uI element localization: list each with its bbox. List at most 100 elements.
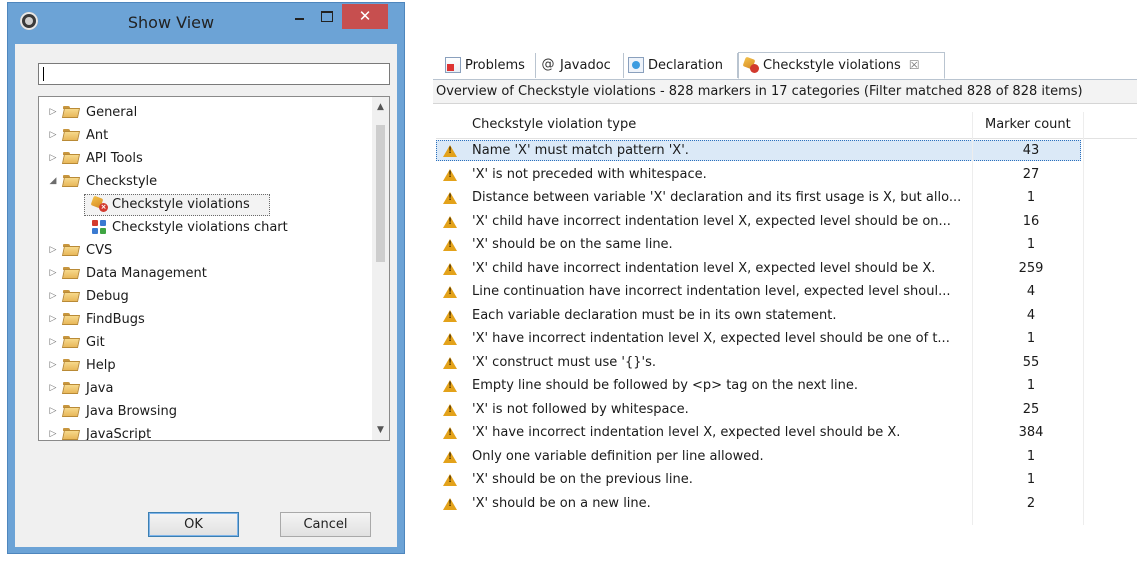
violation-type: 'X' should be on the same line. xyxy=(472,237,673,252)
warning-icon xyxy=(443,380,457,392)
tree-node[interactable]: ▷ Java Browsing xyxy=(39,400,369,423)
violation-type: Line continuation have incorrect indenta… xyxy=(472,284,951,299)
marker-count: 1 xyxy=(1026,448,1036,464)
tree-node-label: API Tools xyxy=(86,151,143,166)
tree-node[interactable]: ▷ JavaScript xyxy=(39,423,369,441)
warning-icon xyxy=(443,450,457,463)
tree-node[interactable]: ▷ Git xyxy=(39,331,369,354)
expand-arrow-icon[interactable]: ▷ xyxy=(48,331,58,354)
tree-node-label: Help xyxy=(86,358,116,373)
marker-count: 1 xyxy=(1026,237,1036,252)
marker-count: 4 xyxy=(1026,307,1036,323)
scroll-down-icon[interactable]: ▼ xyxy=(372,425,389,435)
table-row[interactable]: 'X' should be on a new line. 2 xyxy=(436,492,1137,516)
tree-node[interactable]: ▷ General xyxy=(39,101,369,124)
warning-icon xyxy=(443,262,457,275)
expand-arrow-icon[interactable]: ▷ xyxy=(48,423,58,440)
table-row[interactable]: Empty line should be followed by <p> tag… xyxy=(436,374,1137,398)
ok-button[interactable]: OK xyxy=(148,512,239,537)
expand-arrow-icon[interactable]: ▷ xyxy=(48,285,58,308)
tab-close-icon[interactable]: ☒ xyxy=(909,58,920,72)
tree-node[interactable]: ▷ Ant xyxy=(39,124,369,147)
tab-javadoc[interactable]: @ Javadoc xyxy=(536,53,624,78)
table-row[interactable]: Line continuation have incorrect indenta… xyxy=(436,280,1137,304)
tree-node-label: JavaScript xyxy=(86,427,152,441)
violation-type: 'X' is not preceded with whitespace. xyxy=(472,166,707,182)
tree-node[interactable]: ▷ Java xyxy=(39,377,369,400)
scrollbar-thumb[interactable] xyxy=(376,125,385,262)
tree-node-label: FindBugs xyxy=(86,312,145,327)
close-icon: ✕ xyxy=(358,7,372,25)
close-button[interactable]: ✕ xyxy=(342,4,388,29)
tab-problems[interactable]: Problems xyxy=(441,53,536,78)
column-header-type[interactable]: Checkstyle violation type xyxy=(472,112,636,138)
tree-node[interactable]: ▷ FindBugs xyxy=(39,308,369,331)
column-header-count[interactable]: Marker count xyxy=(985,112,1071,138)
table-row[interactable]: Each variable declaration must be in its… xyxy=(436,304,1137,328)
warning-icon xyxy=(443,145,457,157)
text-caret xyxy=(43,67,44,81)
table-row[interactable]: 'X' should be on the same line. 1 xyxy=(436,233,1137,257)
warning-icon xyxy=(443,309,457,322)
tree-node[interactable]: ◢ Checkstyle xyxy=(39,170,369,193)
violation-type: Empty line should be followed by <p> tag… xyxy=(472,378,858,393)
tree-node[interactable]: ▷ Debug xyxy=(39,285,369,308)
expand-arrow-icon[interactable]: ▷ xyxy=(48,239,58,262)
checkstyle-view: Problems @ Javadoc Declaration Checkstyle vi… xyxy=(433,51,1137,525)
minimize-button[interactable] xyxy=(288,4,310,29)
expand-arrow-icon[interactable]: ▷ xyxy=(48,400,58,423)
violations-summary: Overview of Checkstyle violations - 828 … xyxy=(433,80,1137,104)
tree-scrollbar[interactable]: ▲ ▼ xyxy=(372,97,389,440)
expand-arrow-icon[interactable]: ▷ xyxy=(48,147,58,170)
table-row[interactable]: 'X' have incorrect indentation level X, … xyxy=(436,327,1137,351)
table-row[interactable]: Distance between variable 'X' declaratio… xyxy=(436,186,1137,210)
tab-checkstyle-violations[interactable]: Checkstyle violations ☒ xyxy=(738,52,945,79)
tree-node[interactable]: ▷ Help xyxy=(39,354,369,377)
table-row[interactable]: 'X' is not followed by whitespace. 25 xyxy=(436,398,1137,422)
problems-icon xyxy=(445,57,461,73)
violation-type: Distance between variable 'X' declaratio… xyxy=(472,190,962,205)
violation-type: Each variable declaration must be in its… xyxy=(472,307,837,323)
expand-arrow-icon[interactable]: ▷ xyxy=(48,124,58,147)
tree-node[interactable]: ▷ API Tools xyxy=(39,147,369,170)
expand-arrow-icon[interactable]: ▷ xyxy=(48,354,58,377)
violation-type: 'X' child have incorrect indentation lev… xyxy=(472,213,951,229)
violation-type: Only one variable definition per line al… xyxy=(472,448,764,464)
expand-arrow-icon[interactable]: ▷ xyxy=(48,262,58,285)
expand-arrow-icon[interactable]: ▷ xyxy=(48,377,58,400)
table-row[interactable]: Name 'X' must match pattern 'X'. 43 xyxy=(436,139,1137,163)
folder-icon xyxy=(63,313,80,326)
table-row[interactable]: 'X' construct must use '{}'s. 55 xyxy=(436,351,1137,375)
tree-node[interactable]: ▷ Data Management xyxy=(39,262,369,285)
table-row[interactable]: 'X' is not preceded with whitespace. 27 xyxy=(436,163,1137,187)
collapse-arrow-icon[interactable]: ◢ xyxy=(48,170,58,193)
table-row[interactable]: 'X' should be on the previous line. 1 xyxy=(436,468,1137,492)
maximize-button[interactable] xyxy=(316,4,338,29)
marker-count: 27 xyxy=(1022,166,1040,182)
filter-input[interactable] xyxy=(38,63,390,85)
warning-icon xyxy=(443,333,457,345)
folder-icon xyxy=(63,428,80,440)
violation-type: 'X' should be on the previous line. xyxy=(472,472,693,487)
table-row[interactable]: 'X' child have incorrect indentation lev… xyxy=(436,257,1137,281)
checkstyle-violations-icon xyxy=(742,56,759,73)
expand-arrow-icon[interactable]: ▷ xyxy=(48,308,58,331)
tree-node[interactable]: ▷ CVS xyxy=(39,239,369,262)
tree-leaf[interactable]: × Checkstyle violations xyxy=(39,193,369,216)
dialog-titlebar[interactable]: Show View ✕ xyxy=(8,3,404,44)
marker-count: 1 xyxy=(1026,190,1036,205)
table-row[interactable]: Only one variable definition per line al… xyxy=(436,445,1137,469)
expand-arrow-icon[interactable]: ▷ xyxy=(48,101,58,124)
table-row[interactable]: 'X' have incorrect indentation level X, … xyxy=(436,421,1137,445)
checkstyle-chart-icon xyxy=(92,220,108,236)
tree-leaf-label: Checkstyle violations xyxy=(112,197,250,212)
tree-leaf[interactable]: Checkstyle violations chart xyxy=(39,216,369,239)
warning-icon xyxy=(443,427,457,439)
folder-icon xyxy=(63,290,80,303)
scroll-up-icon[interactable]: ▲ xyxy=(372,102,389,112)
tab-declaration[interactable]: Declaration xyxy=(624,53,738,78)
cancel-button[interactable]: Cancel xyxy=(280,512,371,537)
tab-label: Declaration xyxy=(648,58,723,73)
table-row[interactable]: 'X' child have incorrect indentation lev… xyxy=(436,210,1137,234)
warning-icon xyxy=(443,497,457,510)
